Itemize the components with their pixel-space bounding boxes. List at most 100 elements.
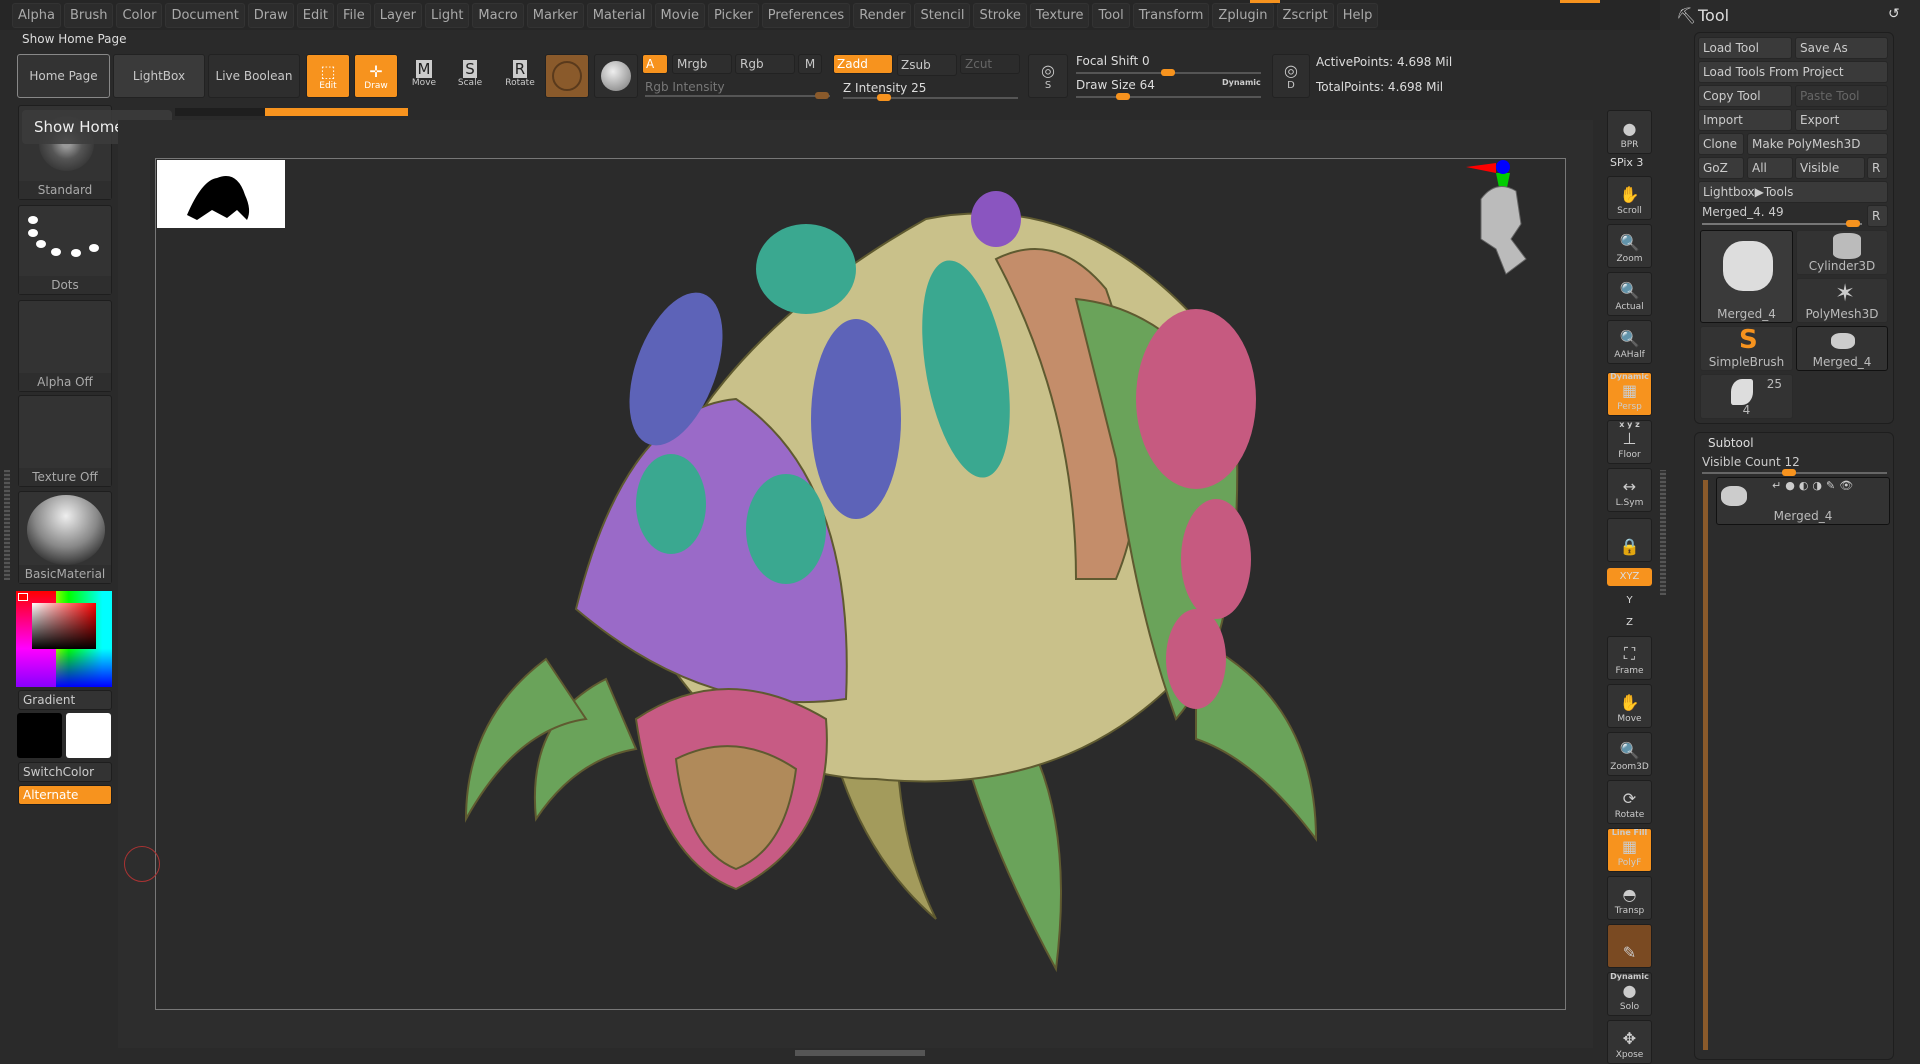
dynamic-toggle[interactable]: Dynamic xyxy=(1222,78,1261,87)
left-tray-handle[interactable] xyxy=(4,470,10,580)
load-tool-button[interactable]: Load Tool xyxy=(1698,37,1792,59)
menu-picker[interactable]: Picker xyxy=(708,2,759,28)
menu-movie[interactable]: Movie xyxy=(654,2,705,28)
3d-model-creature[interactable] xyxy=(376,159,1376,1011)
menu-material[interactable]: Material xyxy=(586,2,652,28)
rt-button-ghost-icon[interactable]: ✎ xyxy=(1607,924,1652,968)
rt-button-actual[interactable]: 🔍 Actual xyxy=(1607,272,1652,316)
menu-transform[interactable]: Transform xyxy=(1132,2,1210,28)
menu-help[interactable]: Help xyxy=(1336,2,1379,28)
slider-knob[interactable] xyxy=(1846,220,1860,227)
menu-render[interactable]: Render xyxy=(853,2,912,28)
menu-stroke[interactable]: Stroke xyxy=(973,2,1027,28)
menu-tool[interactable]: Tool xyxy=(1092,2,1130,28)
export-button[interactable]: Export xyxy=(1795,109,1888,131)
document-canvas[interactable] xyxy=(155,158,1566,1010)
slider-knob[interactable] xyxy=(876,94,891,101)
lightbox-button[interactable]: LightBox xyxy=(113,54,205,98)
menu-zscript[interactable]: Zscript xyxy=(1276,2,1334,28)
main-color-swatch[interactable] xyxy=(17,713,62,758)
slider-knob[interactable] xyxy=(1782,469,1796,476)
rgb-button[interactable]: Rgb xyxy=(735,54,795,74)
slider-knob[interactable] xyxy=(1116,93,1130,100)
rt-button-camera-lock-icon[interactable]: 🔒 xyxy=(1607,518,1652,562)
subtool-controls-icons[interactable]: ↵●◐◑✎👁 xyxy=(1772,479,1857,492)
subtool-title[interactable]: Subtool xyxy=(1708,436,1754,450)
show-home-page-label[interactable]: Show Home Page xyxy=(22,32,127,46)
rt-button-scroll[interactable]: ✋ Scroll xyxy=(1607,176,1652,220)
load-tools-from-project-button[interactable]: Load Tools From Project xyxy=(1698,61,1888,83)
tool-thumb-polymesh3d[interactable]: ✶ PolyMesh3D xyxy=(1796,278,1888,323)
rt-button-polyf[interactable]: Line Fill ▦ PolyF xyxy=(1607,828,1652,872)
rgb-intensity-slider[interactable] xyxy=(645,92,830,99)
rt-button-floor[interactable]: x y z ⊥ Floor xyxy=(1607,420,1652,464)
navigation-thumbnail[interactable] xyxy=(157,160,285,228)
rt-button-move[interactable]: ✋ Move xyxy=(1607,684,1652,728)
rt-button-solo[interactable]: Dynamic ● Solo xyxy=(1607,972,1652,1016)
s-material-button[interactable] xyxy=(594,54,638,98)
material-button[interactable] xyxy=(545,54,589,98)
spix-slider[interactable]: SPix 3 xyxy=(1610,156,1643,169)
rotate-y-button[interactable]: Y xyxy=(1607,592,1652,610)
alternate-button[interactable]: Alternate xyxy=(18,785,112,805)
gradient-button[interactable]: Gradient xyxy=(18,690,112,710)
menu-layer[interactable]: Layer xyxy=(373,2,422,28)
slider-knob[interactable] xyxy=(815,92,829,99)
d-brush-button[interactable]: ◎ D xyxy=(1272,54,1310,98)
bottom-tray-handle[interactable] xyxy=(795,1050,925,1056)
rotate-xyz-button[interactable]: XYZ xyxy=(1607,568,1652,586)
rt-button-xpose[interactable]: ✥ Xpose xyxy=(1607,1020,1652,1064)
tool-panel-title[interactable]: Tool xyxy=(1698,6,1729,25)
texture-selector[interactable]: Texture Off xyxy=(18,395,112,487)
visible-count-slider[interactable] xyxy=(1702,469,1887,476)
slider-knob[interactable] xyxy=(1161,69,1175,76)
live-boolean-button[interactable]: Live Boolean xyxy=(208,54,300,98)
home-page-button[interactable]: Home Page xyxy=(17,54,110,98)
lightbox-tools-button[interactable]: Lightbox▶Tools xyxy=(1698,181,1888,203)
z-intensity-slider[interactable] xyxy=(843,94,1018,101)
rt-button-bpr[interactable]: ● BPR xyxy=(1607,110,1652,154)
paste-tool-button[interactable]: Paste Tool xyxy=(1795,85,1888,107)
reset-icon[interactable]: ↺ xyxy=(1888,6,1900,22)
rt-button-rotate[interactable]: ⟳ Rotate xyxy=(1607,780,1652,824)
draw-size-slider[interactable] xyxy=(1076,93,1261,100)
switch-color-button[interactable]: SwitchColor xyxy=(18,762,112,782)
subtool-scrollbar[interactable] xyxy=(1703,480,1708,1050)
scale-button[interactable]: S Scale xyxy=(451,60,489,88)
draw-button[interactable]: ✛ Draw xyxy=(354,54,398,98)
menu-file[interactable]: File xyxy=(336,2,371,28)
rt-button-zoom[interactable]: 🔍 Zoom xyxy=(1607,224,1652,268)
copy-tool-button[interactable]: Copy Tool xyxy=(1698,85,1792,107)
menu-zplugin[interactable]: Zplugin xyxy=(1212,2,1274,28)
edit-button[interactable]: ⬚ Edit xyxy=(306,54,350,98)
material-selector[interactable]: BasicMaterial xyxy=(18,491,112,584)
clone-button[interactable]: Clone xyxy=(1698,133,1744,155)
color-picker[interactable] xyxy=(16,591,112,687)
tool-thumb-merged-4[interactable]: Merged_4 xyxy=(1700,230,1793,323)
subtool-item[interactable]: ↵●◐◑✎👁 Merged_4 xyxy=(1716,477,1890,525)
right-tray-handle[interactable] xyxy=(1660,470,1666,595)
head-orientation-icon[interactable] xyxy=(1466,179,1546,279)
a-button[interactable]: A xyxy=(642,54,668,74)
rotate-z-button[interactable]: Z xyxy=(1607,614,1652,632)
rt-button-frame[interactable]: ⛶ Frame xyxy=(1607,636,1652,680)
tool-thumb-cylinder3d[interactable]: Cylinder3D xyxy=(1796,230,1888,275)
menu-draw[interactable]: Draw xyxy=(247,2,294,28)
goz-r-button[interactable]: R xyxy=(1867,157,1888,179)
rotate-button[interactable]: R Rotate xyxy=(500,60,540,88)
zcut-button[interactable]: Zcut xyxy=(960,54,1020,74)
tool-slider[interactable] xyxy=(1702,220,1862,227)
goz-button[interactable]: GoZ xyxy=(1698,157,1744,179)
import-button[interactable]: Import xyxy=(1698,109,1792,131)
menu-brush[interactable]: Brush xyxy=(63,2,114,28)
rt-button-aahalf[interactable]: 🔍 AAHalf xyxy=(1607,320,1652,364)
menu-edit[interactable]: Edit xyxy=(296,2,334,28)
alpha-selector[interactable]: Alpha Off xyxy=(18,300,112,392)
mrgb-button[interactable]: Mrgb xyxy=(672,54,732,74)
menu-color[interactable]: Color xyxy=(116,2,163,28)
m-button[interactable]: M xyxy=(798,54,822,74)
menu-preferences[interactable]: Preferences xyxy=(761,2,851,28)
stroke-selector[interactable]: Dots xyxy=(18,205,112,295)
rt-button-l-sym[interactable]: ↔ L.Sym xyxy=(1607,468,1652,512)
goz-visible-button[interactable]: Visible xyxy=(1795,157,1865,179)
